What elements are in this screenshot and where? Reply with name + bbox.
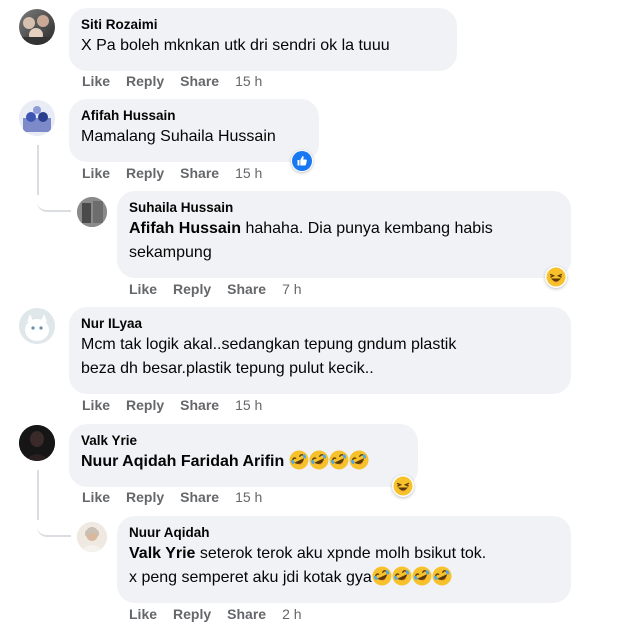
comment-text: Nuur Aqidah Faridah Arifin (81, 450, 406, 474)
haha-reaction-icon[interactable] (392, 475, 414, 497)
user-photo-icon (77, 522, 107, 552)
avatar[interactable] (19, 9, 55, 45)
comment-text: X Pa boleh mknkan utk dri sendri ok la t… (81, 37, 390, 54)
comment-actions: Like Reply Share 15 h (82, 73, 278, 89)
reply-button[interactable]: Reply (126, 165, 164, 181)
avatar[interactable] (19, 308, 55, 344)
comment-actions: Like Reply Share 15 h (82, 397, 278, 413)
user-photo-icon (77, 197, 107, 227)
avatar[interactable] (77, 197, 107, 227)
user-photo-icon (19, 308, 55, 344)
rofl-emoji-icon (349, 450, 369, 470)
comment-actions: Like Reply Share 15 h (82, 489, 278, 505)
commenter-name[interactable]: Nuur Aqidah (129, 524, 559, 542)
share-button[interactable]: Share (180, 489, 219, 505)
share-button[interactable]: Share (180, 73, 219, 89)
comment-text: Mcm tak logik akal..sedangkan tepung gnd… (81, 336, 457, 353)
comment-text-line2: x peng semperet aku jdi kotak gya (129, 566, 559, 590)
thumbs-up-icon (292, 151, 312, 171)
thread-line (37, 470, 39, 520)
rofl-emoji-icon (372, 566, 392, 586)
laughing-face-icon (546, 267, 566, 287)
timestamp[interactable]: 15 h (235, 489, 262, 505)
avatar[interactable] (77, 522, 107, 552)
commenter-name[interactable]: Suhaila Hussain (129, 199, 559, 217)
rofl-emoji-icon (392, 566, 412, 586)
user-photo-icon (19, 15, 55, 45)
timestamp[interactable]: 7 h (282, 281, 301, 297)
reply-button[interactable]: Reply (126, 489, 164, 505)
reply-button[interactable]: Reply (126, 397, 164, 413)
like-button[interactable]: Like (82, 489, 110, 505)
avatar[interactable] (19, 425, 55, 461)
user-photo-icon (19, 425, 55, 461)
commenter-name[interactable]: Afifah Hussain (81, 107, 307, 125)
comment-text: Mamalang Suhaila Hussain (81, 128, 276, 145)
share-button[interactable]: Share (227, 281, 266, 297)
comment-text: Valk Yrie seterok terok aku xpnde molh b… (129, 545, 487, 562)
thread-connector (37, 515, 71, 537)
commenter-name[interactable]: Nur ILyaa (81, 315, 559, 333)
comment-text: Afifah Hussain hahaha. Dia punya kembang… (129, 220, 493, 237)
share-button[interactable]: Share (180, 165, 219, 181)
reply-button[interactable]: Reply (126, 73, 164, 89)
timestamp[interactable]: 15 h (235, 165, 262, 181)
like-button[interactable]: Like (82, 73, 110, 89)
timestamp[interactable]: 2 h (282, 606, 301, 622)
rofl-emoji-icon (432, 566, 452, 586)
avatar[interactable] (19, 100, 55, 136)
comment-bubble: Valk Yrie Nuur Aqidah Faridah Arifin (69, 424, 418, 487)
timestamp[interactable]: 15 h (235, 397, 262, 413)
like-button[interactable]: Like (129, 281, 157, 297)
rofl-emoji-icon (329, 450, 349, 470)
commenter-name[interactable]: Valk Yrie (81, 432, 406, 450)
reply-bubble: Suhaila Hussain Afifah Hussain hahaha. D… (117, 191, 571, 278)
thread-connector (37, 190, 71, 212)
thread-line (37, 145, 39, 195)
user-photo-icon (19, 100, 55, 136)
comment-text-line2: beza dh besar.plastik tepung pulut kecik… (81, 360, 374, 377)
rofl-emoji-icon (309, 450, 329, 470)
mention-link[interactable]: Valk Yrie (129, 545, 195, 562)
like-button[interactable]: Like (82, 397, 110, 413)
reply-button[interactable]: Reply (173, 281, 211, 297)
comment-actions: Like Reply Share 15 h (82, 165, 278, 181)
rofl-emoji-icon (412, 566, 432, 586)
timestamp[interactable]: 15 h (235, 73, 262, 89)
haha-reaction-icon[interactable] (545, 266, 567, 288)
like-button[interactable]: Like (129, 606, 157, 622)
comment-actions: Like Reply Share 2 h (129, 606, 318, 622)
like-button[interactable]: Like (82, 165, 110, 181)
like-reaction-icon[interactable] (291, 150, 313, 172)
comment-bubble: Siti Rozaimi X Pa boleh mknkan utk dri s… (69, 8, 457, 71)
comment-text-line2: sekampung (129, 244, 212, 261)
comment-bubble: Afifah Hussain Mamalang Suhaila Hussain (69, 99, 319, 162)
rofl-emoji-icon (289, 450, 309, 470)
comment-actions: Like Reply Share 7 h (129, 281, 318, 297)
comment-bubble: Nur ILyaa Mcm tak logik akal..sedangkan … (69, 307, 571, 394)
mention-link[interactable]: Afifah Hussain (129, 220, 241, 237)
share-button[interactable]: Share (180, 397, 219, 413)
commenter-name[interactable]: Siti Rozaimi (81, 16, 445, 34)
share-button[interactable]: Share (227, 606, 266, 622)
reply-button[interactable]: Reply (173, 606, 211, 622)
mention-link[interactable]: Nuur Aqidah Faridah Arifin (81, 453, 284, 470)
laughing-face-icon (393, 476, 413, 496)
reply-bubble: Nuur Aqidah Valk Yrie seterok terok aku … (117, 516, 571, 603)
